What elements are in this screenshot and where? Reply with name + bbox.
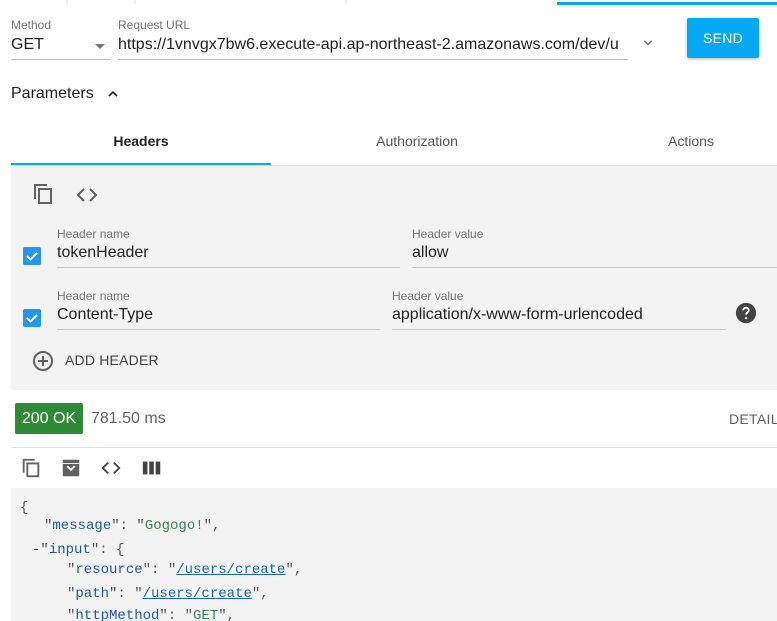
header-value-label: Header value [392,289,464,303]
header-enabled-checkbox[interactable] [23,309,41,327]
header-enabled-checkbox[interactable] [23,247,41,265]
tab-authorization[interactable]: Authorization [277,120,557,164]
tab-actions[interactable]: Actions [611,120,771,164]
json-line: "message": "Gogogo!", [44,518,221,534]
json-line: { [20,499,28,517]
header-value-label: Header value [412,227,484,241]
json-key: httpMethod [75,608,160,621]
response-time: 781.50 ms [91,410,166,427]
tab-headers[interactable]: Headers [11,120,271,164]
active-tab-indicator [557,2,777,5]
method-label: Method [11,18,52,32]
tab-strip-divider [553,0,555,4]
copy-icon[interactable] [20,457,42,479]
method-value: GET [11,36,44,53]
json-link-value[interactable]: /users/create [143,586,252,602]
header-value-input[interactable]: allow [412,240,777,268]
chevron-down-icon[interactable] [639,34,657,52]
json-line: "path": "/users/create", [67,586,269,602]
url-label: Request URL [118,18,191,32]
save-icon[interactable] [60,457,82,479]
tab-strip-divider [66,0,68,4]
header-name-input[interactable]: Content-Type [57,302,380,330]
json-line: "httpMethod": "GET", [67,607,235,621]
json-key: input [48,542,91,558]
help-icon[interactable] [735,302,757,324]
headers-editor: Header name tokenHeader Header value all… [11,166,777,390]
header-name-input[interactable]: tokenHeader [57,240,400,268]
send-button[interactable]: SEND [687,18,759,58]
header-name-label: Header name [57,227,130,241]
dropdown-arrow-icon [95,44,105,49]
chevron-up-icon[interactable] [104,86,122,102]
header-name-label: Header name [57,289,130,303]
json-string-value: Gogogo! [144,518,204,534]
json-line: "resource": "/users/create", [67,562,303,578]
method-select[interactable]: GET [11,32,111,60]
details-button[interactable]: DETAILS [729,411,777,427]
header-value-input[interactable]: application/x-www-form-urlencoded [392,302,726,330]
json-string-value: GET [193,608,219,621]
check-icon [26,252,38,261]
add-header-button[interactable]: ADD HEADER [65,352,159,368]
json-key: message [52,518,112,534]
columns-icon[interactable] [141,457,163,479]
tab-strip-divider [345,0,347,4]
check-icon [26,314,38,323]
json-open-brace: { [116,542,125,558]
tab-indicator [11,163,271,165]
request-tabs: Headers Authorization Actions [11,120,777,166]
divider [11,447,777,448]
json-key: path [75,586,110,602]
status-badge: 200 OK [15,403,83,434]
top-tab-strip [0,0,777,5]
code-view-icon[interactable] [100,457,122,479]
json-line: -"input": { [32,542,125,558]
json-open-brace: { [20,500,29,516]
parameters-toggle[interactable]: Parameters [11,84,94,104]
copy-icon[interactable] [31,182,55,206]
json-link-value[interactable]: /users/create [176,562,285,578]
response-json-viewer: { "message": "Gogogo!", -"input": { "res… [11,488,777,621]
tab-strip-divider [134,0,136,4]
request-url-input[interactable]: https://1vnvgx7bw6.execute-api.ap-northe… [118,32,628,60]
code-view-icon[interactable] [75,183,99,207]
json-key: resource [75,562,143,578]
add-circle-icon[interactable] [31,349,55,373]
